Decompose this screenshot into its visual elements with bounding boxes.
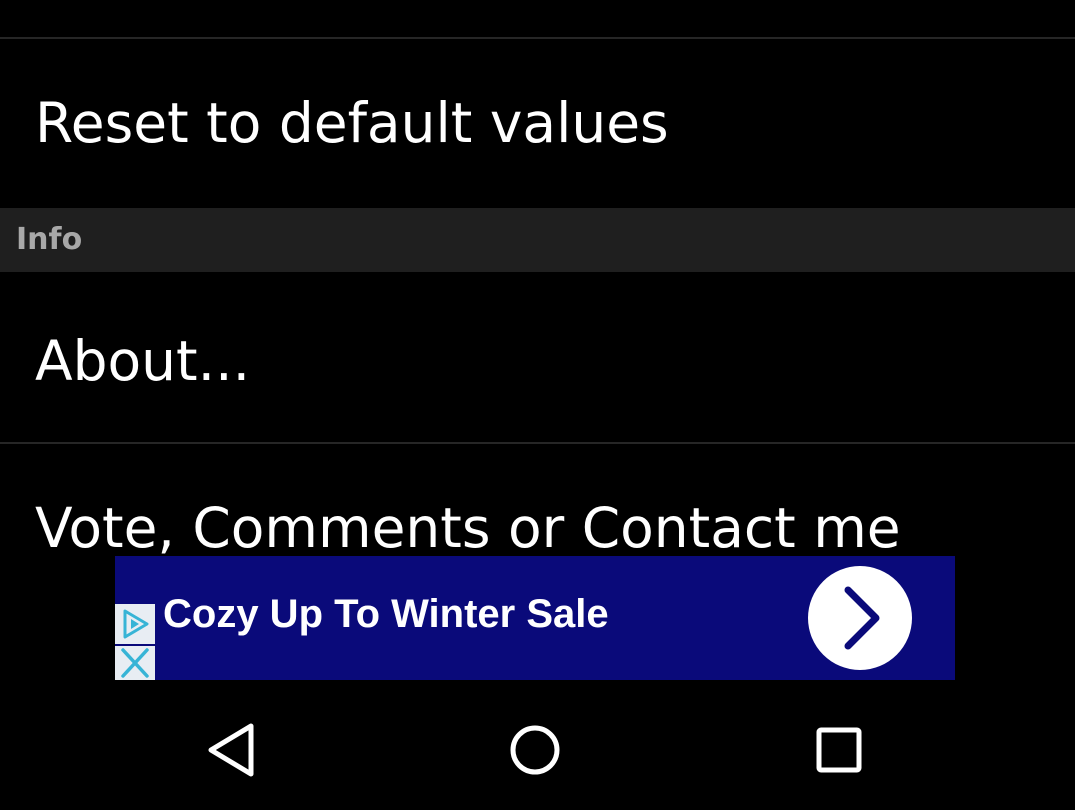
ad-banner[interactable]: Cozy Up To Winter Sale	[115, 556, 955, 680]
back-button[interactable]	[190, 715, 280, 785]
chevron-right-icon[interactable]	[808, 566, 912, 670]
vote-contact-item[interactable]: Vote, Comments or Contact me	[0, 444, 1075, 556]
back-icon	[208, 723, 254, 777]
info-section-header: Info	[0, 208, 1075, 272]
recents-icon	[816, 727, 862, 773]
navigation-bar	[0, 690, 1075, 810]
reset-defaults-item[interactable]: Reset to default values	[0, 39, 1075, 208]
recents-button[interactable]	[794, 715, 884, 785]
home-button[interactable]	[490, 715, 580, 785]
vote-contact-label: Vote, Comments or Contact me	[35, 496, 901, 556]
info-section-label: Info	[16, 222, 83, 257]
about-label: About...	[35, 329, 251, 393]
home-icon	[510, 725, 560, 775]
adchoices-icon[interactable]	[115, 604, 155, 644]
ad-text: Cozy Up To Winter Sale	[163, 592, 609, 636]
about-item[interactable]: About...	[0, 272, 1075, 442]
ad-close-icon[interactable]	[115, 646, 155, 680]
reset-defaults-label: Reset to default values	[35, 91, 669, 155]
